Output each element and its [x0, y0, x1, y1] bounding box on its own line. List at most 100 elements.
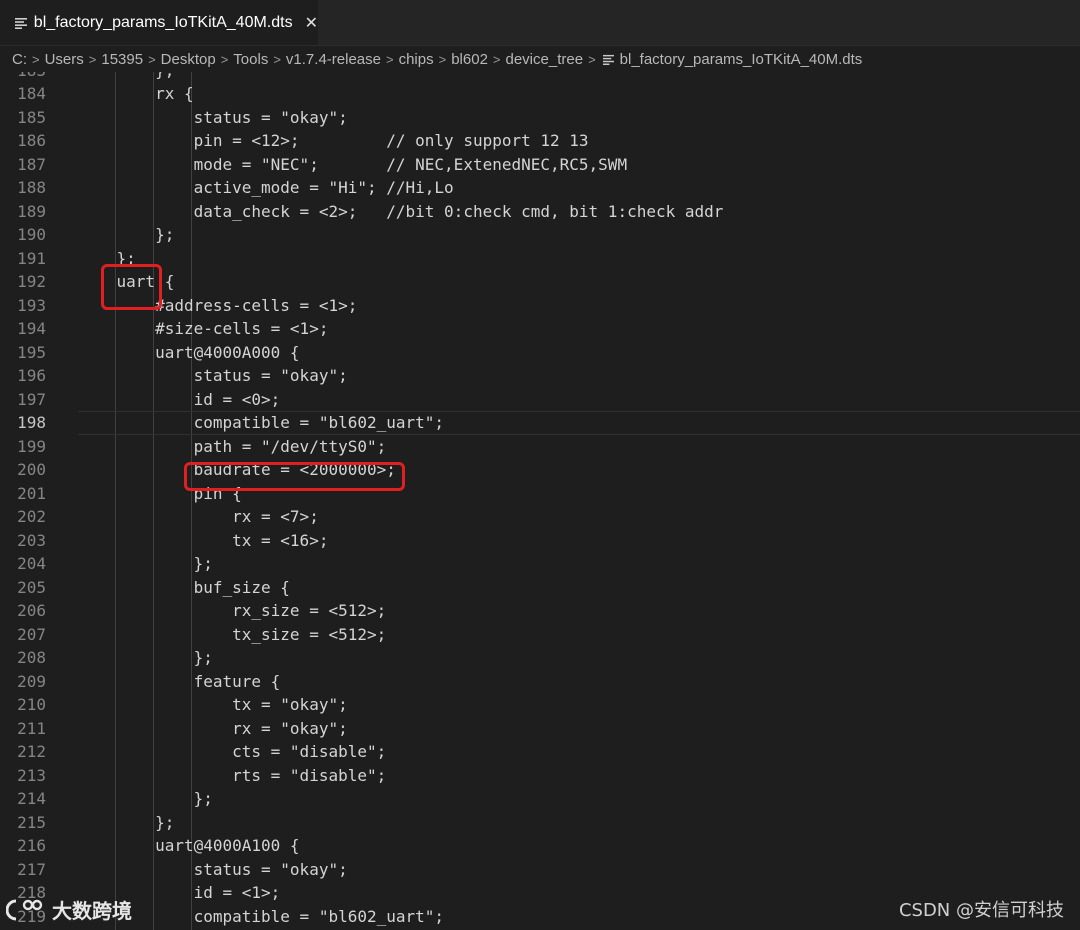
watermark-left: 大数跨境 [6, 895, 132, 924]
line-number: 195 [17, 342, 46, 362]
highlight-box-baudrate [184, 462, 405, 491]
code-text: compatible = "bl602_uart"; [78, 413, 445, 432]
code-text: uart@4000A100 { [78, 836, 300, 855]
code-editor[interactable]: 183 };184 rx {185 status = "okay";186 pi… [0, 72, 1080, 930]
line-number: 207 [17, 624, 46, 644]
code-text: #size-cells = <1>; [78, 319, 329, 338]
code-text: path = "/dev/ttyS0"; [78, 436, 387, 456]
breadcrumb-separator: > [32, 51, 40, 67]
code-line: 202 rx = <7>; [0, 505, 1080, 529]
code-text: status = "okay"; [78, 107, 348, 127]
code-line: 204 }; [0, 552, 1080, 576]
code-text: rx_size = <512>; [78, 601, 387, 620]
breadcrumb-item[interactable]: device_tree [506, 51, 584, 68]
code-text: status = "okay"; [78, 859, 348, 879]
code-text: mode = "NEC"; // NEC,ExtenedNEC,RC5,SWM [78, 154, 628, 174]
breadcrumb-item[interactable]: Desktop [161, 51, 216, 68]
breadcrumb-separator: > [88, 51, 97, 67]
code-line: 200 baudrate = <2000000>; [0, 458, 1080, 482]
code-line: 216 uart@4000A100 { [0, 834, 1080, 858]
code-text: }; [78, 648, 213, 667]
highlight-box-uart [101, 264, 162, 310]
code-line: 198 compatible = "bl602_uart"; [0, 411, 1080, 435]
code-line: 195 uart@4000A000 { [0, 341, 1080, 365]
breadcrumb-item[interactable]: bl602 [451, 51, 488, 68]
code-line: 197 id = <0>; [0, 388, 1080, 412]
code-text: }; [78, 72, 174, 82]
line-number: 198 [17, 413, 46, 432]
line-number: 215 [17, 812, 46, 832]
code-text: tx_size = <512>; [78, 624, 387, 644]
tab-bar: bl_factory_params_IoTKitA_40M.dts ✕ [0, 0, 1080, 46]
close-icon[interactable]: ✕ [305, 13, 318, 33]
breadcrumb-separator: > [220, 51, 229, 67]
line-number: 204 [17, 554, 46, 573]
line-number: 187 [17, 154, 46, 174]
code-line: 193 #address-cells = <1>; [0, 294, 1080, 318]
breadcrumb-item[interactable]: chips [399, 51, 434, 68]
code-text: tx = "okay"; [78, 695, 348, 714]
file-lines-icon [602, 54, 614, 65]
code-text: status = "okay"; [78, 366, 348, 385]
code-line: 184 rx { [0, 82, 1080, 106]
code-text: }; [78, 812, 175, 832]
file-lines-icon [12, 17, 30, 29]
breadcrumb-item[interactable]: Users [45, 51, 84, 68]
line-number: 194 [17, 319, 46, 338]
code-text: pin = <12>; // only support 12 13 [78, 131, 589, 150]
code-line: 214 }; [0, 787, 1080, 811]
code-text: feature { [78, 671, 281, 691]
code-text: }; [78, 225, 175, 244]
code-line: 205 buf_size { [0, 576, 1080, 600]
line-number: 196 [17, 366, 46, 385]
code-text: rts = "disable"; [78, 765, 387, 785]
code-text: rx { [78, 84, 194, 103]
line-number: 206 [17, 601, 46, 620]
code-text: }; [78, 554, 213, 573]
code-line: 194 #size-cells = <1>; [0, 317, 1080, 341]
breadcrumb-separator: > [588, 51, 596, 67]
line-number: 192 [17, 272, 46, 291]
line-number: 199 [17, 436, 46, 456]
code-line: 190 }; [0, 223, 1080, 247]
breadcrumb-item[interactable]: v1.7.4-release [286, 51, 381, 68]
line-number: 203 [17, 530, 46, 550]
code-line: 192 uart { [0, 270, 1080, 294]
line-number: 197 [17, 389, 46, 409]
code-line: 212 cts = "disable"; [0, 740, 1080, 764]
watermark-left-text: 大数跨境 [52, 899, 132, 923]
line-number: 216 [17, 836, 46, 855]
line-number: 217 [17, 859, 46, 879]
code-line: 215 }; [0, 811, 1080, 835]
code-text: data_check = <2>; //bit 0:check cmd, bit… [78, 201, 724, 221]
code-line: 188 active_mode = "Hi"; //Hi,Lo [0, 176, 1080, 200]
line-number: 200 [17, 460, 46, 479]
editor-tab[interactable]: bl_factory_params_IoTKitA_40M.dts ✕ [0, 0, 318, 45]
code-text: buf_size { [78, 577, 290, 597]
code-line: 208 }; [0, 646, 1080, 670]
code-line: 210 tx = "okay"; [0, 693, 1080, 717]
code-text: rx = "okay"; [78, 718, 348, 738]
code-line: 186 pin = <12>; // only support 12 13 [0, 129, 1080, 153]
code-line: 211 rx = "okay"; [0, 717, 1080, 741]
breadcrumb-item[interactable]: C: [12, 51, 27, 68]
code-line: 191 }; [0, 247, 1080, 271]
code-line: 187 mode = "NEC"; // NEC,ExtenedNEC,RC5,… [0, 153, 1080, 177]
breadcrumb-item[interactable]: Tools [233, 51, 268, 68]
breadcrumb-file[interactable]: bl_factory_params_IoTKitA_40M.dts [620, 51, 863, 68]
code-text: }; [78, 789, 213, 808]
code-line: 183 }; [0, 72, 1080, 82]
code-text: rx = <7>; [78, 507, 319, 526]
line-number: 205 [17, 577, 46, 597]
code-text: cts = "disable"; [78, 742, 387, 761]
line-number: 184 [17, 84, 46, 103]
line-number: 186 [17, 131, 46, 150]
code-line: 203 tx = <16>; [0, 529, 1080, 553]
breadcrumb-separator: > [492, 51, 501, 67]
code-text: id = <0>; [78, 389, 281, 409]
breadcrumb-separator: > [385, 51, 394, 67]
breadcrumb-item[interactable]: 15395 [101, 51, 143, 68]
line-number: 190 [17, 225, 46, 244]
code-line: 213 rts = "disable"; [0, 764, 1080, 788]
line-number: 211 [17, 718, 46, 738]
